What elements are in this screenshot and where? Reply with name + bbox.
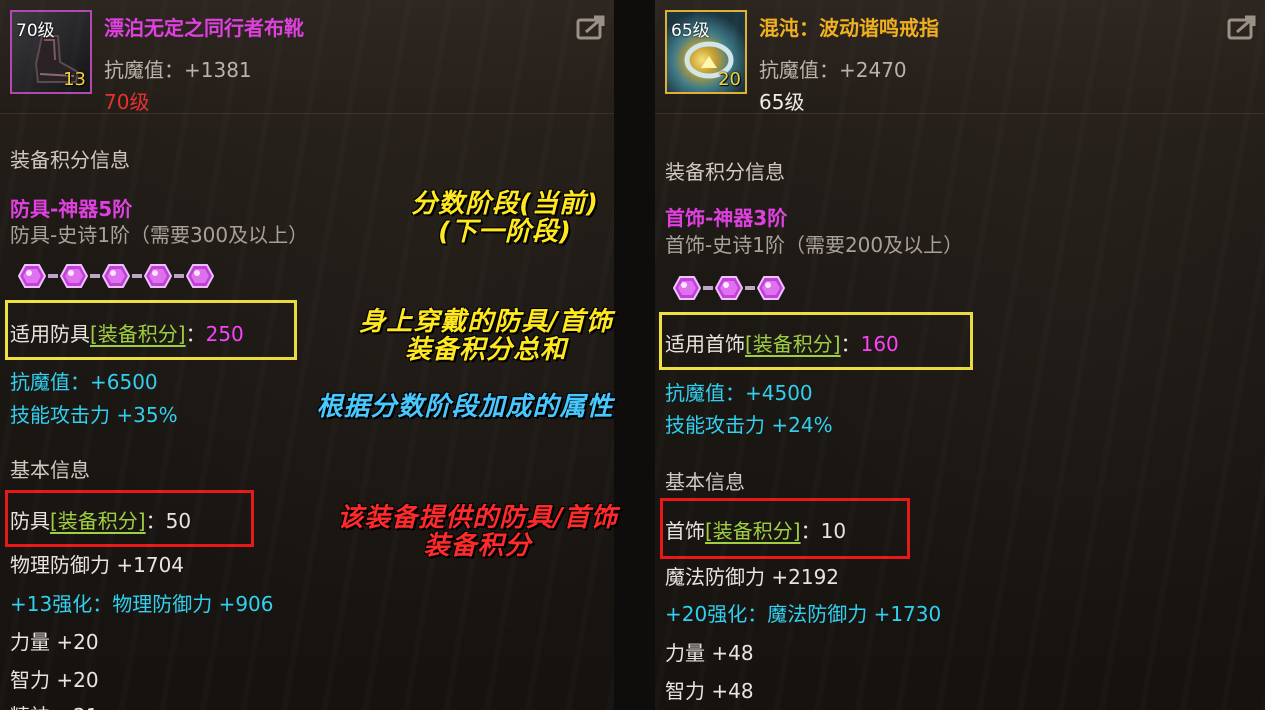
enhance-level: 13 bbox=[63, 69, 86, 90]
gem-link bbox=[703, 286, 713, 290]
item-header: 65级 20 混沌：波动谐鸣戒指 抗魔值：+2470 65级 bbox=[655, 0, 1265, 114]
highlight-box-item bbox=[660, 498, 910, 559]
stat-line: 力量 +48 bbox=[665, 641, 754, 665]
item-magic-resist: 抗魔值：+2470 bbox=[759, 58, 907, 82]
gem-link bbox=[90, 274, 100, 278]
tier-next: 防具-史诗1阶（需要300及以上） bbox=[10, 223, 309, 247]
annotation-tier-line2: (下一阶段) bbox=[438, 217, 572, 247]
annotation-item: 该装备提供的防具/首饰 装备积分 bbox=[300, 504, 655, 560]
gem-icon bbox=[186, 264, 214, 288]
item-level: 70级 bbox=[104, 90, 150, 114]
tier-current: 首饰-神器3阶 bbox=[665, 206, 788, 230]
stat-line: 精神 +21 bbox=[10, 700, 99, 710]
icon-level-label: 70级 bbox=[16, 21, 55, 41]
tier-current: 防具-神器5阶 bbox=[10, 197, 133, 221]
highlight-box-total bbox=[659, 312, 973, 370]
basic-section-title: 基本信息 bbox=[665, 470, 745, 494]
gem-link bbox=[745, 286, 755, 290]
score-section-title: 装备积分信息 bbox=[10, 148, 130, 172]
item-icon-slot[interactable]: 65级 20 bbox=[665, 10, 747, 94]
share-icon[interactable] bbox=[576, 14, 606, 40]
annotation-total-line1: 身上穿戴的防具/首饰 bbox=[359, 307, 613, 337]
share-icon[interactable] bbox=[1227, 14, 1257, 40]
tier-gems bbox=[18, 264, 214, 288]
gem-link bbox=[132, 274, 142, 278]
annotation-item-line2: 装备积分 bbox=[423, 531, 532, 561]
gem-icon bbox=[18, 264, 46, 288]
item-magic-resist: 抗魔值：+1381 bbox=[104, 58, 252, 82]
gem-link bbox=[174, 274, 184, 278]
item-icon-slot[interactable]: 70级 13 bbox=[10, 10, 92, 94]
bonus-magic-resist: 抗魔值：+6500 bbox=[10, 370, 158, 394]
basic-section-title: 基本信息 bbox=[10, 458, 90, 482]
gem-icon bbox=[102, 264, 130, 288]
icon-level-label: 65级 bbox=[671, 21, 710, 41]
stat-line: 智力 +20 bbox=[10, 668, 99, 692]
item-name: 混沌：波动谐鸣戒指 bbox=[759, 16, 939, 40]
annotation-tier: 分数阶段(当前) (下一阶段) bbox=[385, 190, 625, 246]
bonus-skill-attack: 技能攻击力 +24% bbox=[665, 413, 833, 437]
stat-line: 魔法防御力 +2192 bbox=[665, 565, 840, 589]
gem-icon bbox=[715, 276, 743, 300]
bonus-magic-resist: 抗魔值：+4500 bbox=[665, 381, 813, 405]
tier-next: 首饰-史诗1阶（需要200及以上） bbox=[665, 233, 964, 257]
highlight-box-item bbox=[5, 490, 254, 547]
annotation-total-line2: 装备积分总和 bbox=[404, 335, 567, 365]
stat-line: 智力 +48 bbox=[665, 679, 754, 703]
annotation-total: 身上穿戴的防具/首饰 装备积分总和 bbox=[318, 308, 654, 364]
annotation-bonus-line: 根据分数阶段加成的属性 bbox=[316, 392, 614, 422]
stat-line: 力量 +20 bbox=[10, 630, 99, 654]
score-section-title: 装备积分信息 bbox=[665, 160, 785, 184]
tooltip-right: 65级 20 混沌：波动谐鸣戒指 抗魔值：+2470 65级 装备积分信息 首饰… bbox=[655, 0, 1265, 710]
gem-link bbox=[48, 274, 58, 278]
highlight-box-total bbox=[5, 300, 297, 360]
gem-icon bbox=[60, 264, 88, 288]
bonus-skill-attack: 技能攻击力 +35% bbox=[10, 403, 178, 427]
gem-icon bbox=[673, 276, 701, 300]
gem-icon bbox=[144, 264, 172, 288]
stat-enhance-line: +20强化：魔法防御力 +1730 bbox=[665, 602, 942, 626]
annotation-bonus: 根据分数阶段加成的属性 bbox=[285, 393, 645, 421]
item-level: 65级 bbox=[759, 90, 805, 114]
item-header: 70级 13 漂泊无定之同行者布靴 抗魔值：+1381 70级 bbox=[0, 0, 614, 114]
annotation-tier-line1: 分数阶段(当前) bbox=[411, 189, 599, 219]
tier-gems bbox=[673, 276, 785, 300]
stat-enhance-line: +13强化：物理防御力 +906 bbox=[10, 592, 274, 616]
gem-icon bbox=[757, 276, 785, 300]
annotation-item-line1: 该装备提供的防具/首饰 bbox=[337, 503, 618, 533]
enhance-level: 20 bbox=[718, 69, 741, 90]
item-name: 漂泊无定之同行者布靴 bbox=[104, 16, 304, 40]
stat-line: 物理防御力 +1704 bbox=[10, 553, 185, 577]
